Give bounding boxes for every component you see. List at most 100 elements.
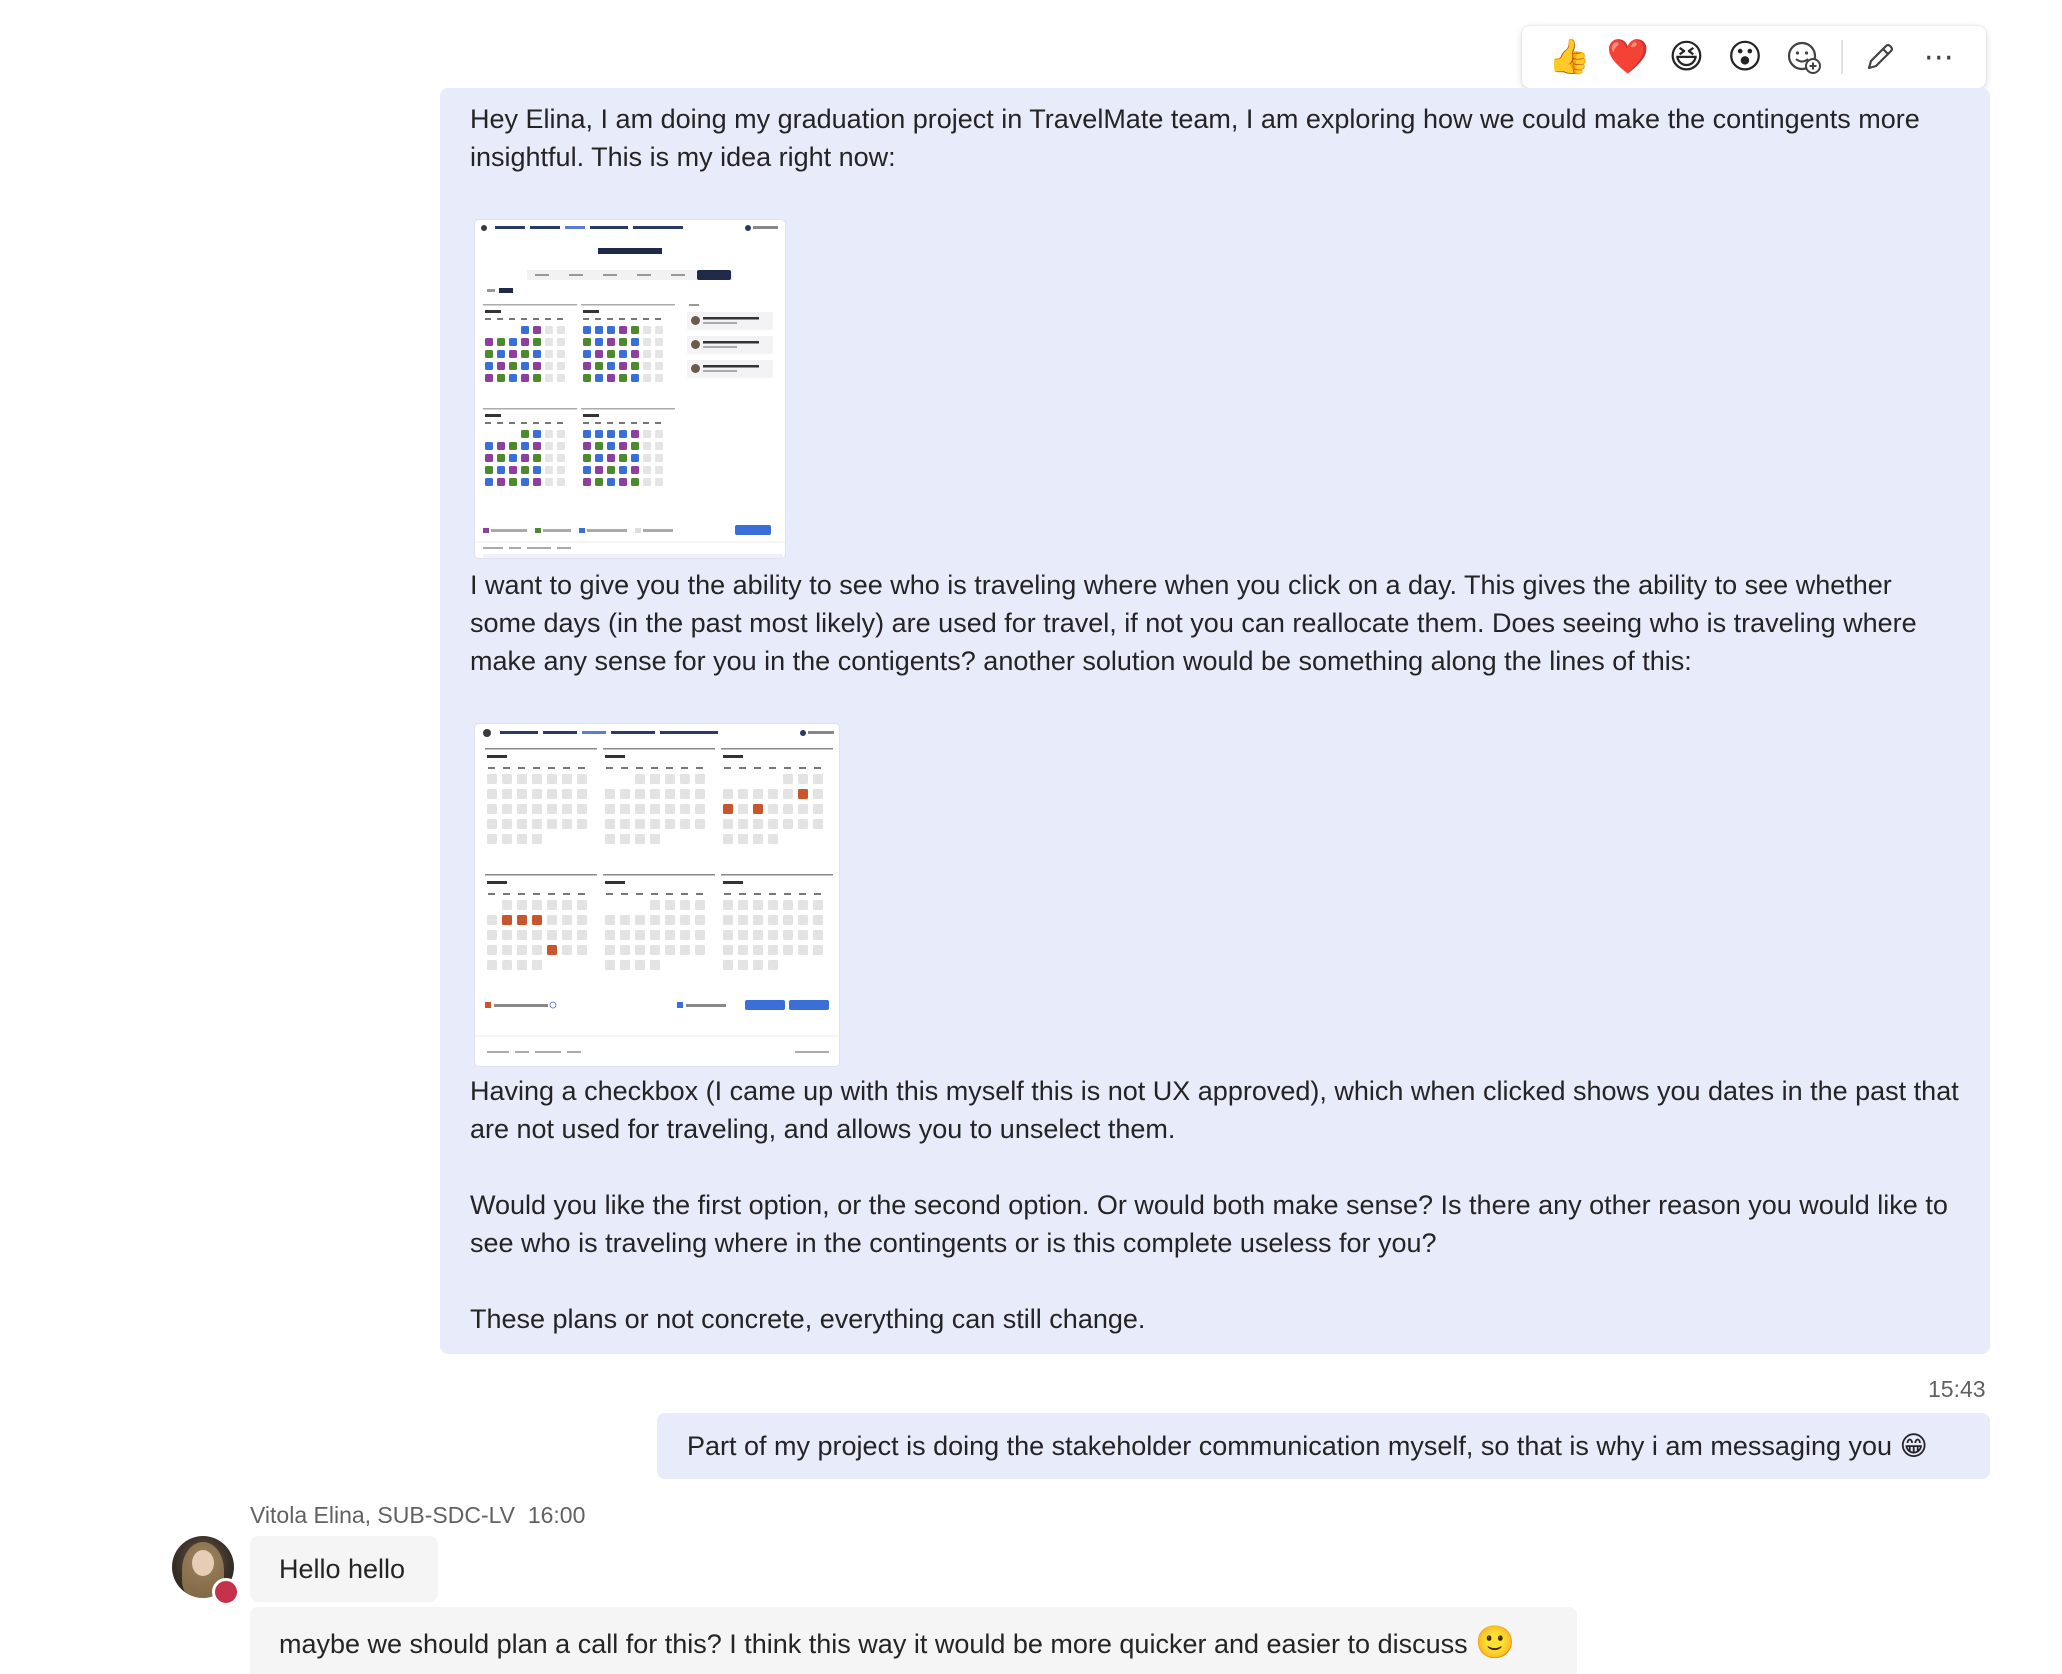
calendar-day bbox=[521, 454, 529, 462]
calendar-day bbox=[655, 362, 663, 370]
calendar-day bbox=[595, 454, 603, 462]
calendar-day bbox=[695, 900, 705, 910]
sender-time: 16:00 bbox=[527, 1502, 586, 1528]
calendar-day bbox=[545, 478, 553, 486]
message-bubble-own[interactable]: Hey Elina, I am doing my graduation proj… bbox=[440, 88, 1990, 1354]
calendar-day bbox=[723, 819, 733, 829]
calendar-day bbox=[497, 350, 505, 358]
calendar-day bbox=[532, 900, 542, 910]
heart-reaction-button[interactable]: ❤️ bbox=[1599, 33, 1658, 81]
calendar-day bbox=[723, 804, 733, 814]
calendar-day bbox=[680, 819, 690, 829]
more-options-button[interactable]: ⋯ bbox=[1909, 33, 1968, 81]
calendar-day bbox=[768, 930, 778, 940]
calendar-day bbox=[509, 350, 517, 358]
weekday-label bbox=[521, 318, 527, 320]
calendar-day bbox=[619, 478, 627, 486]
calendar-day bbox=[502, 945, 512, 955]
calendar-day bbox=[768, 945, 778, 955]
calendar-day bbox=[521, 466, 529, 474]
calendar-day bbox=[665, 819, 675, 829]
calendar-day bbox=[557, 442, 565, 450]
laugh-reaction-button[interactable]: 😆 bbox=[1657, 33, 1716, 81]
message-bubble-own[interactable]: Part of my project is doing the stakehol… bbox=[657, 1413, 1990, 1479]
calendar-day bbox=[533, 374, 541, 382]
surprised-reaction-button[interactable]: 😮 bbox=[1716, 33, 1775, 81]
calendar-day bbox=[545, 454, 553, 462]
weekday-label bbox=[595, 318, 601, 320]
calendar-day bbox=[635, 915, 645, 925]
weekday-label bbox=[583, 318, 589, 320]
month-label bbox=[723, 881, 743, 884]
calendar-day bbox=[643, 466, 651, 474]
calendar-day bbox=[695, 804, 705, 814]
month-divider bbox=[483, 408, 577, 410]
weekday-label bbox=[651, 893, 658, 895]
calendar-day bbox=[521, 326, 529, 334]
calendar-day bbox=[562, 774, 572, 784]
calendar-day bbox=[635, 789, 645, 799]
calendar-day bbox=[643, 374, 651, 382]
calendar-day bbox=[783, 915, 793, 925]
weekday-label bbox=[769, 767, 776, 769]
message-bubble-other[interactable]: maybe we should plan a call for this? I … bbox=[250, 1607, 1577, 1674]
weekday-label bbox=[557, 318, 563, 320]
image-attachment-reallocation-calendar[interactable] bbox=[475, 724, 839, 1066]
calendar-day bbox=[643, 326, 651, 334]
calendar-day bbox=[798, 819, 808, 829]
calendar-day bbox=[485, 362, 493, 370]
add-reaction-button[interactable] bbox=[1774, 33, 1833, 81]
weekday-label bbox=[485, 318, 491, 320]
calendar-day bbox=[655, 454, 663, 462]
calendar-day bbox=[620, 915, 630, 925]
calendar-day bbox=[562, 900, 572, 910]
calendar-day bbox=[485, 350, 493, 358]
calendar-day bbox=[521, 478, 529, 486]
image-attachment-edit-contingents[interactable] bbox=[475, 220, 785, 558]
message-bubble-other[interactable]: Hello hello bbox=[250, 1536, 438, 1602]
calendar-day bbox=[620, 930, 630, 940]
calendar-day bbox=[738, 945, 748, 955]
calendar-day bbox=[509, 374, 517, 382]
calendar-day bbox=[753, 960, 763, 970]
calendar-day bbox=[557, 338, 565, 346]
calendar-day bbox=[643, 350, 651, 358]
weekday-label bbox=[607, 318, 613, 320]
weekday-label bbox=[509, 318, 515, 320]
calendar-day bbox=[723, 900, 733, 910]
calendar-day bbox=[595, 362, 603, 370]
calendar-day bbox=[680, 789, 690, 799]
message-text: Hello hello bbox=[279, 1554, 406, 1584]
weekday-label bbox=[583, 422, 589, 424]
calendar-day bbox=[619, 466, 627, 474]
calendar-day bbox=[532, 834, 542, 844]
like-reaction-button[interactable]: 👍 bbox=[1540, 33, 1599, 81]
message-paragraph: I want to give you the ability to see wh… bbox=[470, 570, 1917, 676]
calendar-day bbox=[695, 774, 705, 784]
calendar-day bbox=[577, 930, 587, 940]
calendar-day bbox=[583, 374, 591, 382]
calendar-day bbox=[619, 430, 627, 438]
calendar-day bbox=[680, 900, 690, 910]
pencil-icon bbox=[1868, 43, 1894, 70]
weekday-label bbox=[619, 422, 625, 424]
laughing-face-icon: 😆 bbox=[1668, 37, 1705, 77]
calendar-day bbox=[497, 362, 505, 370]
tab-label bbox=[569, 274, 583, 276]
weekday-label bbox=[545, 422, 551, 424]
calendar-day bbox=[813, 804, 823, 814]
calendar-day bbox=[583, 466, 591, 474]
edit-message-button[interactable] bbox=[1851, 33, 1910, 81]
calendar-day bbox=[485, 442, 493, 450]
calendar-day bbox=[509, 362, 517, 370]
calendar-day bbox=[607, 338, 615, 346]
calendar-day bbox=[650, 834, 660, 844]
calendar-day bbox=[813, 900, 823, 910]
calendar-day bbox=[650, 960, 660, 970]
calendar-day bbox=[485, 466, 493, 474]
calendar-day bbox=[502, 819, 512, 829]
calendar-day bbox=[502, 930, 512, 940]
calendar-day bbox=[545, 430, 553, 438]
calendar-day bbox=[502, 900, 512, 910]
calendar-day bbox=[607, 374, 615, 382]
